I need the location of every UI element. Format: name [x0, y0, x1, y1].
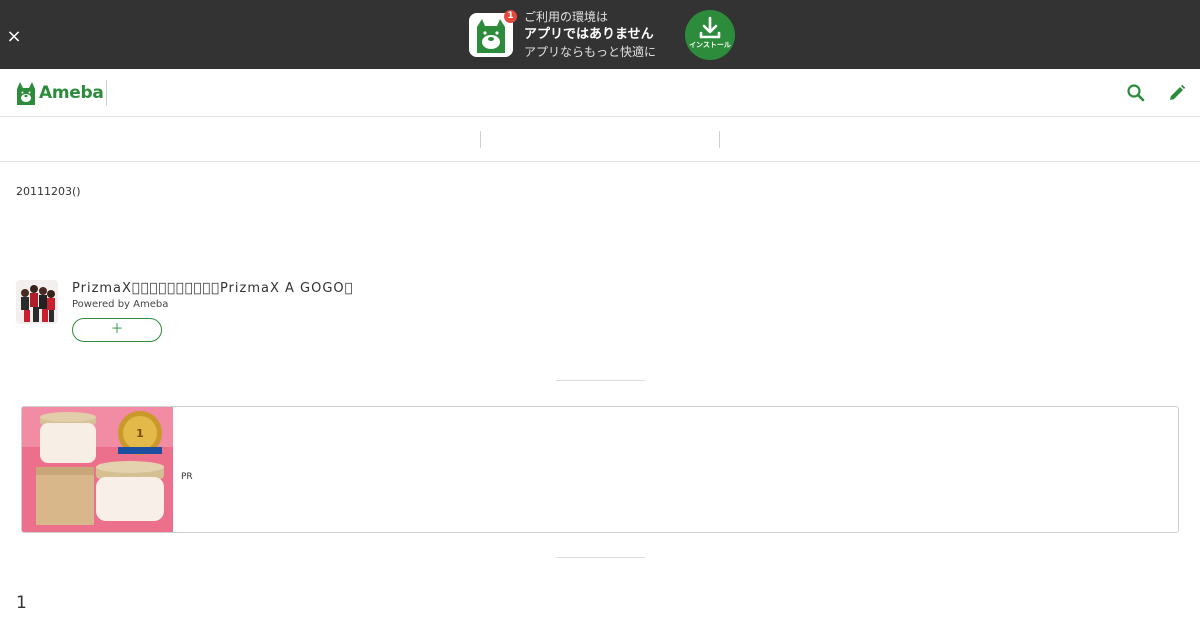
nav-tab-3[interactable]: [720, 117, 1200, 161]
nav-tab-1[interactable]: [0, 117, 480, 161]
download-icon: [699, 16, 721, 39]
page-count: 1: [16, 593, 27, 613]
close-banner-button[interactable]: ×: [4, 27, 24, 47]
install-label: インストール: [689, 41, 731, 49]
banner-line-1: ご利用の環境は: [524, 10, 609, 24]
blog-nav: [0, 117, 1200, 162]
write-post-button[interactable]: [1166, 82, 1188, 104]
follow-button[interactable]: ＋: [72, 318, 162, 342]
ameba-dog-icon: [17, 82, 35, 105]
pr-ad-card[interactable]: 1 PR: [21, 406, 1179, 533]
notification-badge: 1: [504, 10, 517, 23]
blog-profile: PrizmaX          PrizmaX A GOGO  Powered…: [16, 278, 616, 348]
banner-line-3: アプリならもっと快適に: [524, 45, 657, 59]
cosmetic-product-image: 1: [22, 407, 173, 532]
pr-label: PR: [181, 472, 193, 482]
pr-ad-image: 1: [22, 407, 173, 532]
ameba-logo[interactable]: Ameba: [16, 80, 104, 106]
avatar-group-photo: [16, 280, 58, 324]
section-divider: [556, 380, 645, 381]
svg-text:1: 1: [136, 427, 144, 440]
banner-line-2: アプリではありません: [524, 27, 654, 42]
header-divider: [106, 80, 107, 106]
nav-tab-2[interactable]: [481, 117, 719, 161]
search-button[interactable]: [1125, 82, 1147, 104]
blog-avatar[interactable]: [16, 280, 58, 324]
search-icon: [1127, 84, 1145, 102]
entry-date: 20111203(): [16, 185, 81, 198]
pencil-icon: [1170, 84, 1186, 100]
section-divider: [556, 557, 645, 558]
logo-text: Ameba: [39, 83, 104, 103]
blog-title[interactable]: PrizmaX          PrizmaX A GOGO : [72, 280, 353, 297]
app-download-banner: × 1 ご利用の環境は アプリではありません アプリならもっと快適に インストー…: [0, 0, 1200, 69]
powered-by: Powered by Ameba: [72, 299, 169, 310]
banner-message: ご利用の環境は アプリではありません アプリならもっと快適に: [524, 9, 674, 60]
site-header: Ameba: [0, 69, 1200, 117]
install-button[interactable]: インストール: [685, 10, 735, 60]
